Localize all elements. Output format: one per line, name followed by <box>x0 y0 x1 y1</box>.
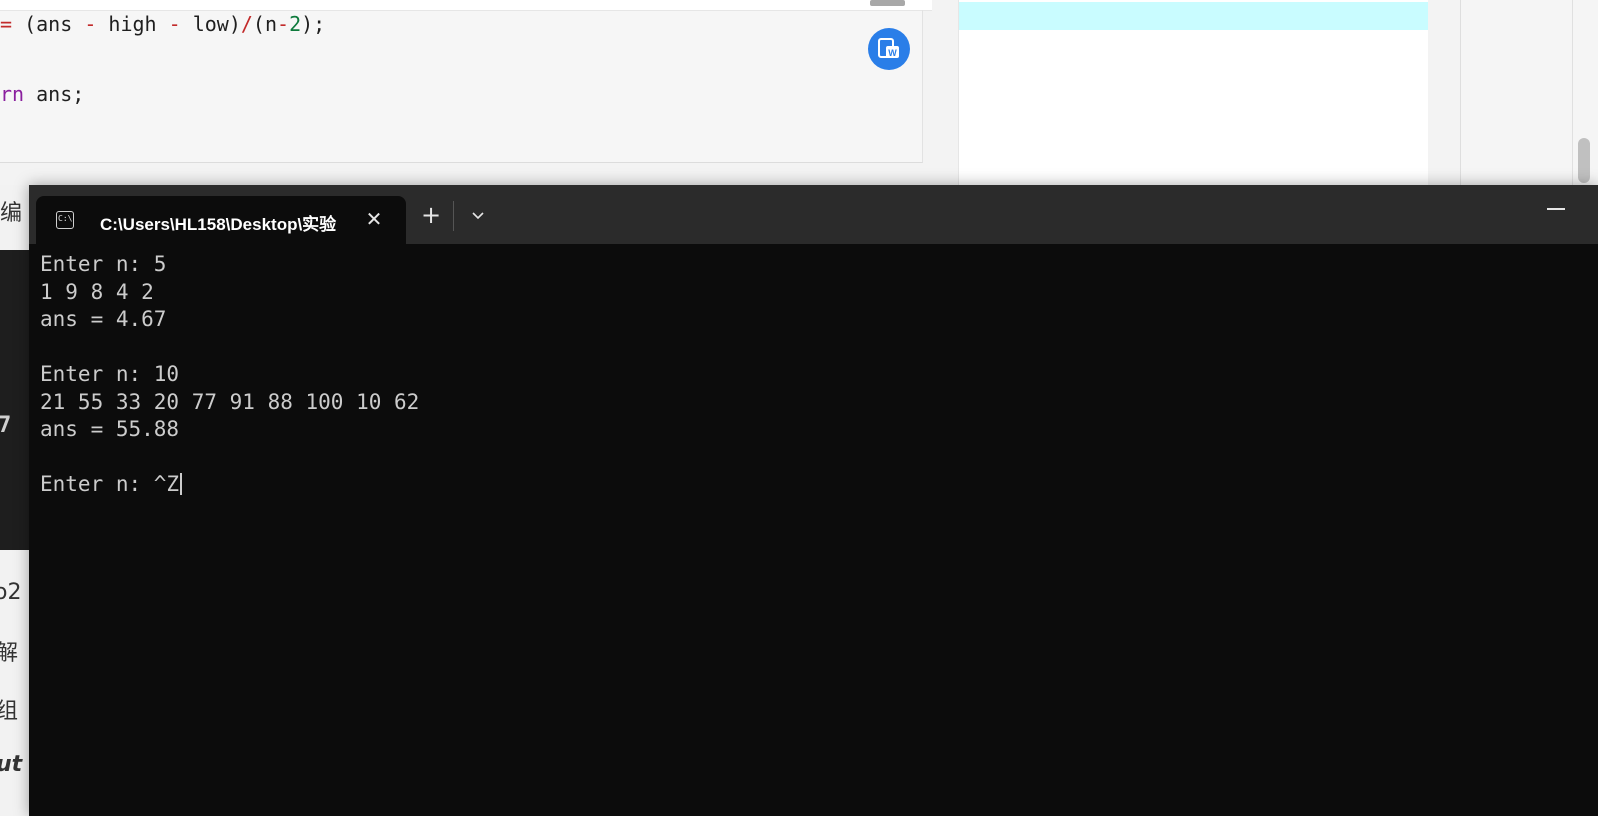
code-editor-panel: = (ans - high - low)/(n-2); rn ans; W <box>0 0 932 163</box>
console-prompt: Enter n: ^Z <box>40 472 180 496</box>
console-line: Enter n: 5 <box>40 252 167 276</box>
scrollbar-track-line <box>1572 0 1573 185</box>
chevron-down-icon[interactable] <box>464 203 492 229</box>
terminal-tab-bar: C:\ C:\Users\HL158\Desktop\实验 ✕ + <box>29 185 1598 244</box>
close-icon[interactable]: ✕ <box>361 206 387 232</box>
console-line: ans = 4.67 <box>40 307 167 331</box>
minimize-icon[interactable] <box>1547 208 1565 210</box>
highlighted-row[interactable] <box>959 2 1428 30</box>
tab-title: C:\Users\HL158\Desktop\实验 <box>100 215 337 234</box>
new-tab-button[interactable]: + <box>415 200 447 232</box>
code-line-average: = (ans - high - low)/(n-2); <box>0 12 326 36</box>
text-fragment: o2 <box>0 580 22 605</box>
word-icon[interactable]: W <box>868 28 910 70</box>
text-fragment: ut <box>0 752 23 777</box>
scrollbar-thumb[interactable] <box>1578 138 1590 183</box>
terminal-tab[interactable]: C:\ C:\Users\HL158\Desktop\实验 ✕ <box>36 196 406 244</box>
background-code-block: 7 <box>0 250 29 550</box>
console-line: 1 9 8 4 2 <box>40 279 154 304</box>
chevron-down-glyph <box>472 212 484 220</box>
panel-divider <box>1460 0 1461 185</box>
console-line-active: Enter n: ^Z <box>40 471 419 499</box>
terminal-window: C:\ C:\Users\HL158\Desktop\实验 ✕ + Enter … <box>29 185 1598 816</box>
svg-text:W: W <box>888 48 897 58</box>
text-fragment: 解 <box>0 641 19 666</box>
background-document-edge: 编 7 o2 解 组 ut <box>0 185 29 816</box>
tab-separator <box>453 201 454 231</box>
text-cursor <box>180 473 183 495</box>
editor-top-strip <box>0 0 932 11</box>
cmd-icon: C:\ <box>56 211 74 229</box>
editor-scroll-thumb[interactable] <box>870 0 905 6</box>
console-output[interactable]: Enter n: 5 1 9 8 4 2 ans = 4.67 Enter n:… <box>40 251 419 499</box>
console-line: ans = 55.88 <box>40 417 180 441</box>
word-icon-glyph: W <box>878 38 899 58</box>
side-panel <box>958 0 1428 185</box>
text-fragment: 组 <box>0 699 19 724</box>
code-line-return: rn ans; <box>0 82 85 106</box>
text-fragment: 7 <box>0 413 12 438</box>
console-line: 21 55 33 20 77 91 88 100 10 62 <box>40 389 420 414</box>
editor-divider <box>922 10 923 162</box>
console-line: Enter n: 10 <box>40 362 180 386</box>
text-fragment: 编 <box>0 201 23 226</box>
